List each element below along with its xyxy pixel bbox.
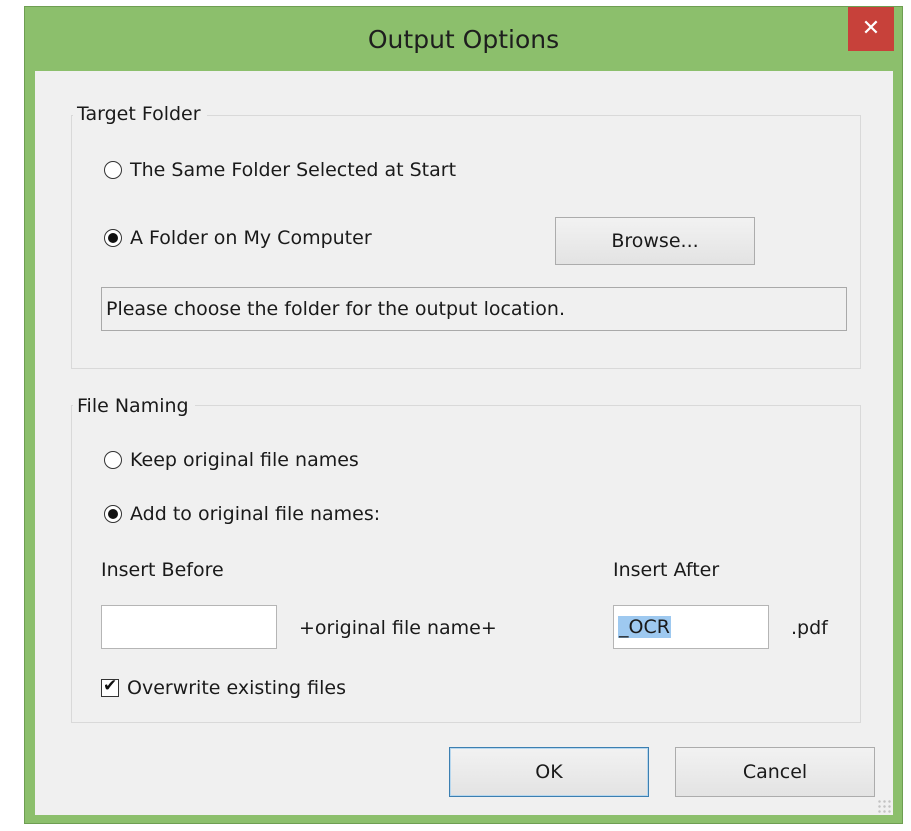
radio-keep-original-names-label: Keep original file names [130, 449, 359, 471]
insert-after-label: Insert After [613, 559, 720, 581]
browse-button-label: Browse... [611, 230, 699, 252]
dialog-title: Output Options [367, 25, 560, 54]
overwrite-existing-checkbox[interactable]: Overwrite existing files [101, 676, 346, 699]
cancel-button-label: Cancel [742, 761, 808, 783]
overwrite-checkbox-indicator[interactable] [101, 676, 119, 697]
ok-button-label: OK [535, 761, 563, 783]
insert-after-input[interactable]: _OCR [613, 605, 769, 649]
radio-same-folder-label: The Same Folder Selected at Start [130, 159, 457, 181]
insert-before-label: Insert Before [101, 559, 224, 581]
output-folder-path-text: Please choose the folder for the output … [106, 298, 565, 320]
radio-same-folder-indicator[interactable] [104, 161, 122, 179]
insert-after-value: _OCR [618, 616, 671, 638]
close-icon: ✕ [861, 16, 881, 41]
radio-keep-original-names-indicator[interactable] [104, 451, 122, 469]
dialog-body: Target Folder The Same Folder Selected a… [35, 71, 893, 815]
target-folder-group-title: Target Folder [73, 103, 207, 125]
radio-add-to-names[interactable]: Add to original file names: [104, 503, 380, 525]
extension-text: .pdf [791, 617, 828, 639]
file-naming-group-title: File Naming [73, 395, 195, 417]
resize-grip-icon[interactable] [877, 799, 891, 813]
radio-same-folder[interactable]: The Same Folder Selected at Start [104, 159, 456, 181]
insert-before-input[interactable] [101, 605, 277, 649]
browse-button[interactable]: Browse... [555, 217, 755, 265]
cancel-button[interactable]: Cancel [675, 747, 875, 797]
radio-folder-on-computer-label: A Folder on My Computer [130, 227, 372, 249]
original-file-name-text: +original file name+ [299, 617, 497, 639]
radio-add-to-names-indicator[interactable] [104, 505, 122, 523]
ok-button[interactable]: OK [449, 747, 649, 797]
overwrite-checkbox-label: Overwrite existing files [127, 677, 346, 699]
radio-add-to-names-label: Add to original file names: [130, 503, 381, 525]
title-bar[interactable]: Output Options ✕ [25, 7, 902, 71]
output-options-dialog: Output Options ✕ Target Folder The Same … [24, 6, 903, 824]
output-folder-path-field: Please choose the folder for the output … [101, 287, 847, 331]
radio-keep-original-names[interactable]: Keep original file names [104, 449, 359, 471]
close-button[interactable]: ✕ [848, 7, 894, 51]
radio-folder-on-computer[interactable]: A Folder on My Computer [104, 227, 372, 249]
radio-folder-on-computer-indicator[interactable] [104, 229, 122, 247]
